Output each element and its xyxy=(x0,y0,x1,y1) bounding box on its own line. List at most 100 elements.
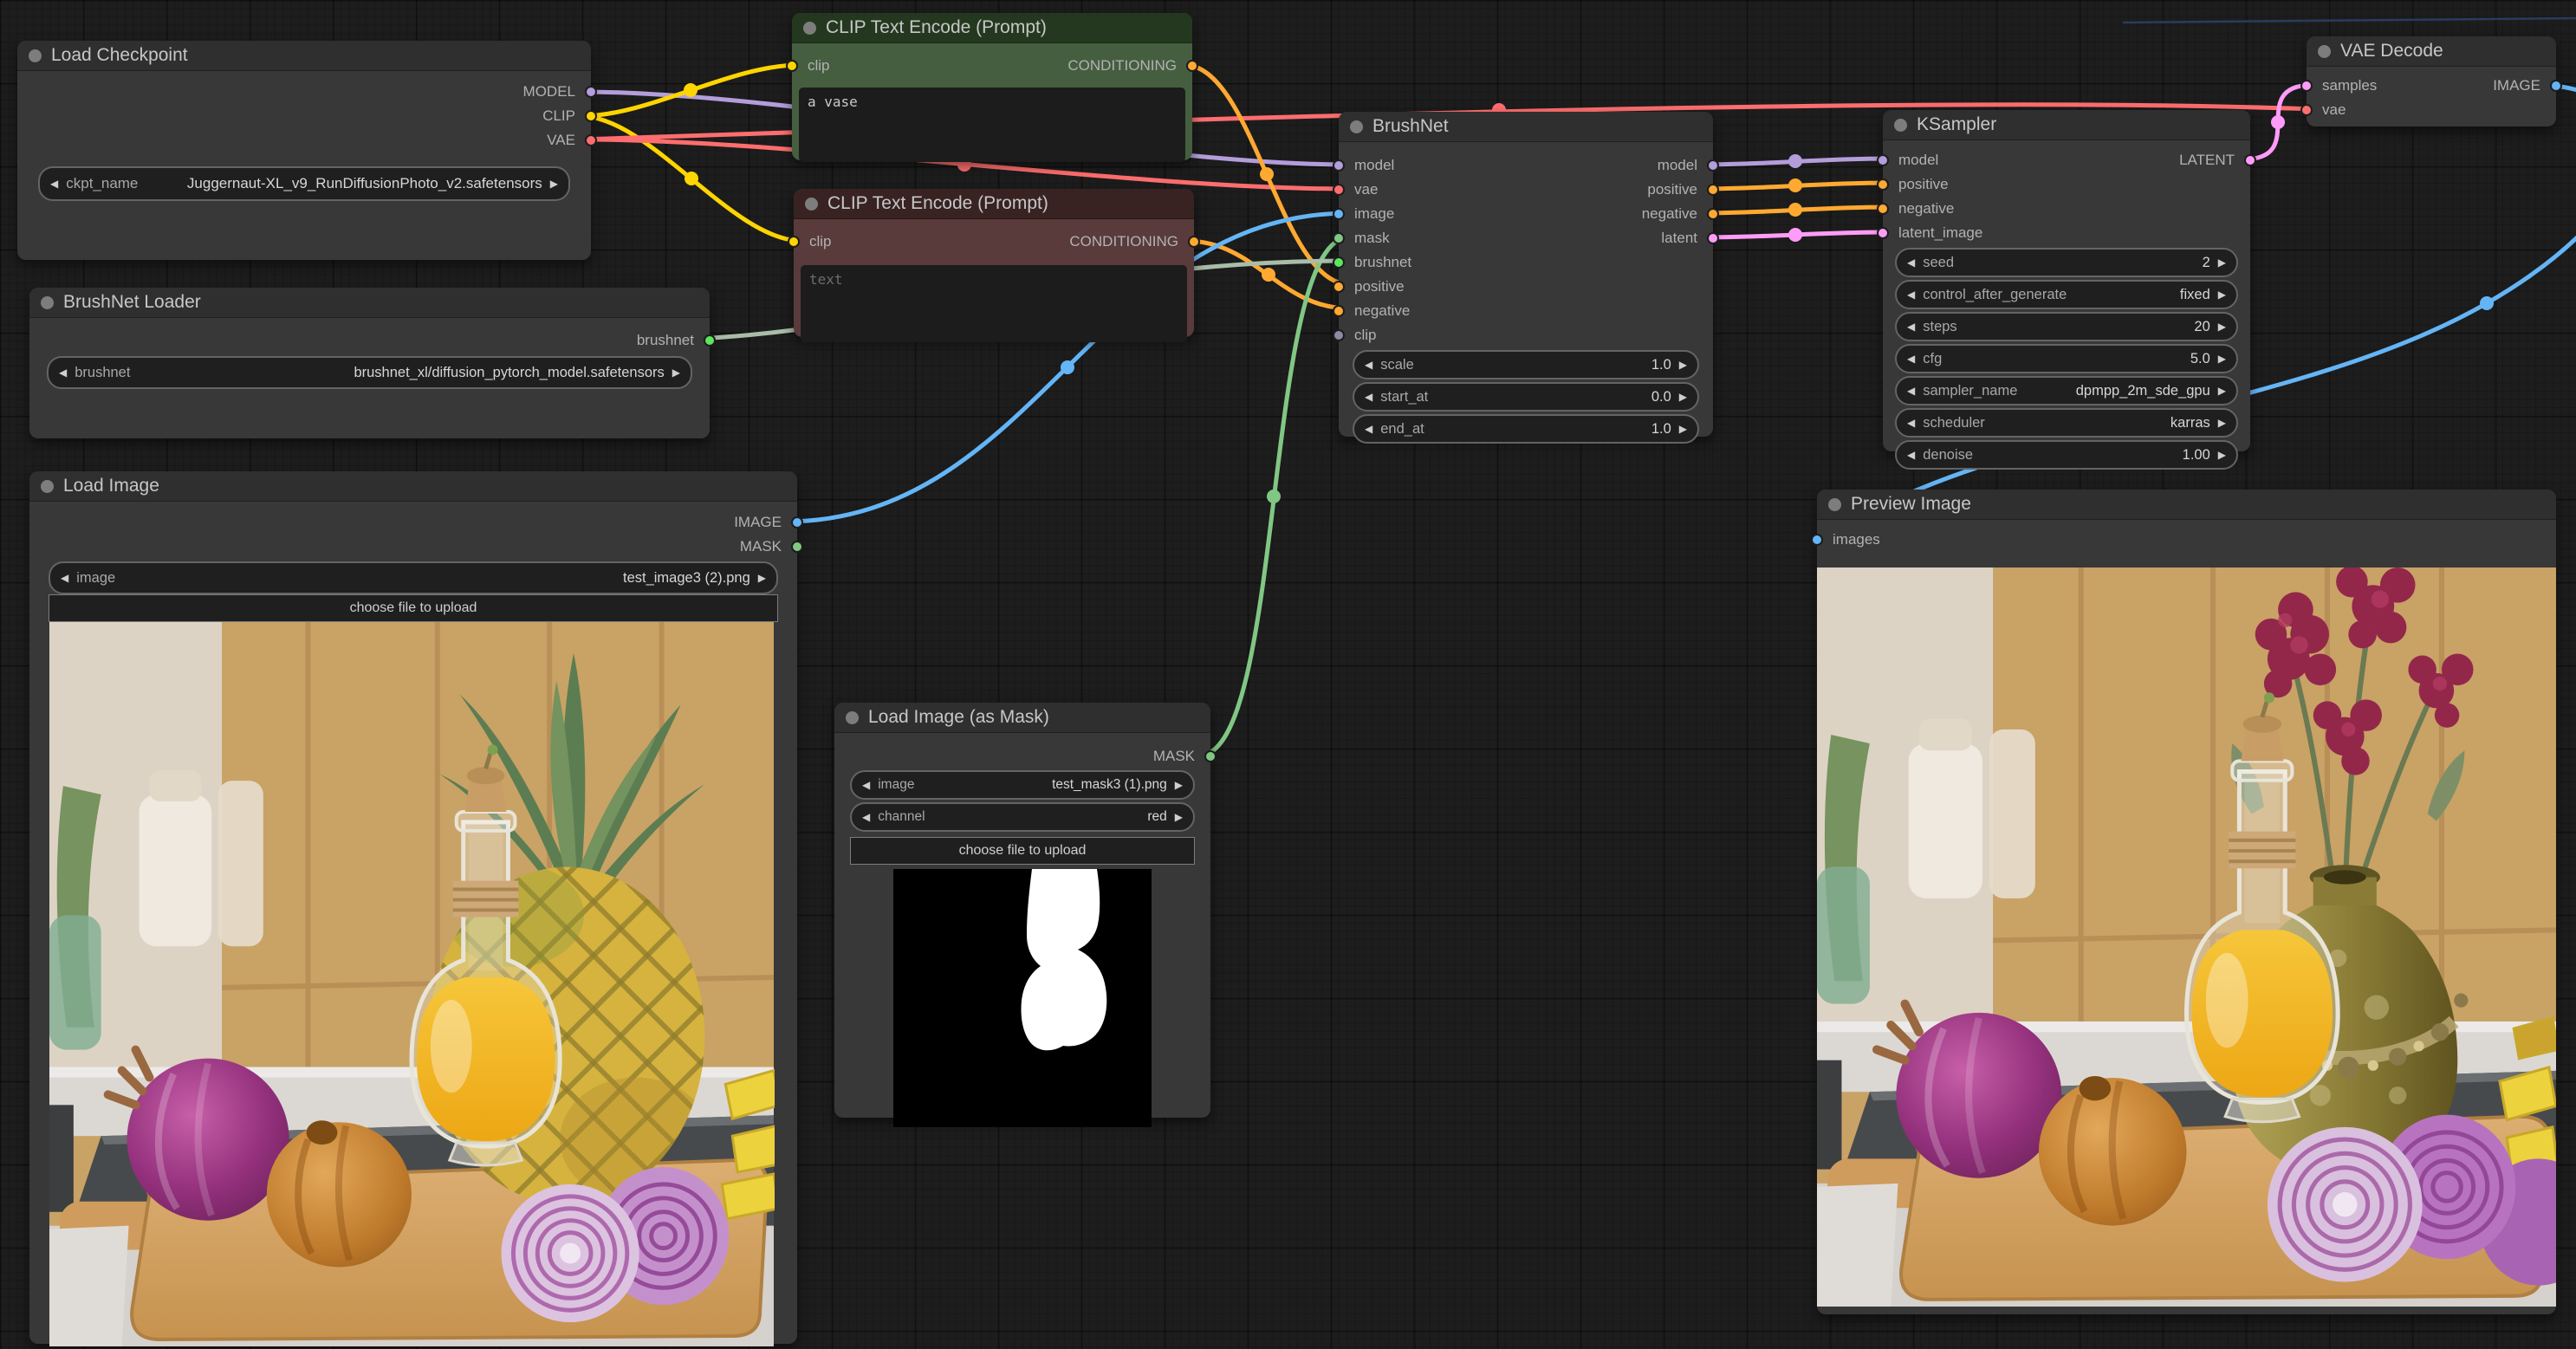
node-load-checkpoint[interactable]: Load Checkpoint MODEL CLIP VAE ◀ ckpt_na… xyxy=(17,41,597,260)
clip-input-port[interactable] xyxy=(788,236,800,248)
node-load-image[interactable]: Load Image IMAGE MASK ◀ image test_image… xyxy=(29,471,803,1346)
decrement-arrow-icon[interactable]: ◀ xyxy=(862,779,870,791)
collapse-dot-icon[interactable] xyxy=(2318,44,2331,58)
increment-arrow-icon[interactable]: ▶ xyxy=(1175,811,1183,823)
decrement-arrow-icon[interactable]: ◀ xyxy=(1365,423,1372,435)
negative-input-port[interactable] xyxy=(1877,203,1889,215)
node-brushnet[interactable]: BrushNet model model vae positive image … xyxy=(1333,112,1719,444)
clip-output-port[interactable] xyxy=(585,110,597,122)
increment-arrow-icon[interactable]: ▶ xyxy=(2218,353,2226,365)
positive-input-port[interactable] xyxy=(1877,178,1889,191)
scheduler-widget[interactable]: ◀ scheduler karras ▶ xyxy=(1895,408,2238,438)
vae-output-port[interactable] xyxy=(585,134,597,146)
mask-output-port[interactable] xyxy=(791,541,803,553)
channel-widget[interactable]: ◀ channel red ▶ xyxy=(850,802,1195,832)
decrement-arrow-icon[interactable]: ◀ xyxy=(61,572,68,584)
collapse-dot-icon[interactable] xyxy=(803,21,816,35)
collapse-dot-icon[interactable] xyxy=(29,49,42,62)
images-input-port[interactable] xyxy=(1811,534,1823,546)
increment-arrow-icon[interactable]: ▶ xyxy=(550,178,558,190)
collapse-dot-icon[interactable] xyxy=(1350,120,1363,133)
decrement-arrow-icon[interactable]: ◀ xyxy=(1365,359,1372,371)
node-vae-decode[interactable]: VAE Decode samples IMAGE vae xyxy=(2300,36,2562,126)
decrement-arrow-icon[interactable]: ◀ xyxy=(1907,256,1915,269)
start-at-widget[interactable]: ◀ start_at 0.0 ▶ xyxy=(1353,382,1699,412)
vae-input-port[interactable] xyxy=(1333,184,1345,196)
decrement-arrow-icon[interactable]: ◀ xyxy=(1365,391,1372,403)
decrement-arrow-icon[interactable]: ◀ xyxy=(59,366,67,379)
node-titlebar[interactable]: Load Image (as Mask) xyxy=(834,703,1210,733)
end-at-widget[interactable]: ◀ end_at 1.0 ▶ xyxy=(1353,414,1699,444)
mask-file-widget[interactable]: ◀ image test_mask3 (1).png ▶ xyxy=(850,770,1195,800)
prompt-textarea[interactable]: text xyxy=(801,265,1187,342)
increment-arrow-icon[interactable]: ▶ xyxy=(2218,449,2226,461)
increment-arrow-icon[interactable]: ▶ xyxy=(2218,321,2226,333)
positive-output-port[interactable] xyxy=(1707,184,1719,196)
brushnet-output-port[interactable] xyxy=(704,334,716,347)
seed-widget[interactable]: ◀ seed 2 ▶ xyxy=(1895,248,2238,277)
increment-arrow-icon[interactable]: ▶ xyxy=(1679,391,1687,403)
decrement-arrow-icon[interactable]: ◀ xyxy=(1907,385,1915,397)
negative-output-port[interactable] xyxy=(1707,208,1719,220)
decrement-arrow-icon[interactable]: ◀ xyxy=(862,811,870,823)
node-titlebar[interactable]: BrushNet xyxy=(1339,112,1713,142)
node-brushnet-loader[interactable]: BrushNet Loader brushnet ◀ brushnet brus… xyxy=(29,288,716,438)
increment-arrow-icon[interactable]: ▶ xyxy=(1679,423,1687,435)
image-output-port[interactable] xyxy=(791,516,803,529)
choose-file-button[interactable]: choose file to upload xyxy=(850,837,1195,865)
increment-arrow-icon[interactable]: ▶ xyxy=(2218,385,2226,397)
image-output-port[interactable] xyxy=(2550,80,2562,92)
node-titlebar[interactable]: BrushNet Loader xyxy=(29,288,710,318)
prompt-textarea[interactable]: a vase xyxy=(799,88,1185,162)
node-titlebar[interactable]: Preview Image xyxy=(1817,490,2556,520)
node-ksampler[interactable]: KSampler model LATENT positive negative … xyxy=(1877,110,2256,470)
collapse-dot-icon[interactable] xyxy=(846,710,859,724)
brushnet-input-port[interactable] xyxy=(1333,256,1345,269)
mask-input-port[interactable] xyxy=(1333,232,1345,244)
node-graph-canvas[interactable]: Load Checkpoint MODEL CLIP VAE ◀ ckpt_na… xyxy=(0,0,2576,1349)
increment-arrow-icon[interactable]: ▶ xyxy=(2218,417,2226,429)
scale-widget[interactable]: ◀ scale 1.0 ▶ xyxy=(1353,350,1699,379)
collapse-dot-icon[interactable] xyxy=(1828,497,1841,511)
control-after-generate-widget[interactable]: ◀ control_after_generate fixed ▶ xyxy=(1895,280,2238,309)
collapse-dot-icon[interactable] xyxy=(41,479,54,493)
node-load-image-as-mask[interactable]: Load Image (as Mask) MASK ◀ image test_m… xyxy=(834,703,1217,1127)
collapse-dot-icon[interactable] xyxy=(41,295,54,309)
brushnet-model-widget[interactable]: ◀ brushnet brushnet_xl/diffusion_pytorch… xyxy=(47,356,692,389)
image-input-port[interactable] xyxy=(1333,208,1345,220)
decrement-arrow-icon[interactable]: ◀ xyxy=(1907,353,1915,365)
vae-input-port[interactable] xyxy=(2300,104,2313,116)
positive-input-port[interactable] xyxy=(1333,281,1345,293)
image-file-widget[interactable]: ◀ image test_image3 (2).png ▶ xyxy=(49,561,778,594)
sampler-name-widget[interactable]: ◀ sampler_name dpmpp_2m_sde_gpu ▶ xyxy=(1895,376,2238,405)
node-preview-image[interactable]: Preview Image images xyxy=(1811,490,2556,1314)
node-titlebar[interactable]: CLIP Text Encode (Prompt) xyxy=(792,13,1192,43)
decrement-arrow-icon[interactable]: ◀ xyxy=(1907,289,1915,301)
samples-input-port[interactable] xyxy=(2300,80,2313,92)
node-clip-text-encode-positive[interactable]: CLIP Text Encode (Prompt) clip CONDITION… xyxy=(786,13,1198,162)
latent-output-port[interactable] xyxy=(1707,232,1719,244)
node-titlebar[interactable]: CLIP Text Encode (Prompt) xyxy=(794,189,1194,219)
clip-input-port[interactable] xyxy=(786,60,798,72)
collapse-dot-icon[interactable] xyxy=(1894,118,1907,132)
conditioning-output-port[interactable] xyxy=(1188,236,1200,248)
node-titlebar[interactable]: VAE Decode xyxy=(2307,36,2556,67)
decrement-arrow-icon[interactable]: ◀ xyxy=(1907,417,1915,429)
node-titlebar[interactable]: Load Image xyxy=(29,471,797,502)
ckpt-name-widget[interactable]: ◀ ckpt_name Juggernaut-XL_v9_RunDiffusio… xyxy=(38,166,570,201)
decrement-arrow-icon[interactable]: ◀ xyxy=(50,178,58,190)
decrement-arrow-icon[interactable]: ◀ xyxy=(1907,449,1915,461)
increment-arrow-icon[interactable]: ▶ xyxy=(2218,256,2226,269)
increment-arrow-icon[interactable]: ▶ xyxy=(758,572,766,584)
clip-input-port[interactable] xyxy=(1333,329,1345,341)
latent-image-input-port[interactable] xyxy=(1877,227,1889,239)
model-output-port[interactable] xyxy=(1707,159,1719,172)
steps-widget[interactable]: ◀ steps 20 ▶ xyxy=(1895,312,2238,341)
decrement-arrow-icon[interactable]: ◀ xyxy=(1907,321,1915,333)
choose-file-button[interactable]: choose file to upload xyxy=(49,594,778,622)
denoise-widget[interactable]: ◀ denoise 1.00 ▶ xyxy=(1895,440,2238,470)
node-titlebar[interactable]: KSampler xyxy=(1883,110,2250,140)
node-clip-text-encode-negative[interactable]: CLIP Text Encode (Prompt) clip CONDITION… xyxy=(788,189,1200,342)
model-output-port[interactable] xyxy=(585,86,597,98)
cfg-widget[interactable]: ◀ cfg 5.0 ▶ xyxy=(1895,344,2238,373)
